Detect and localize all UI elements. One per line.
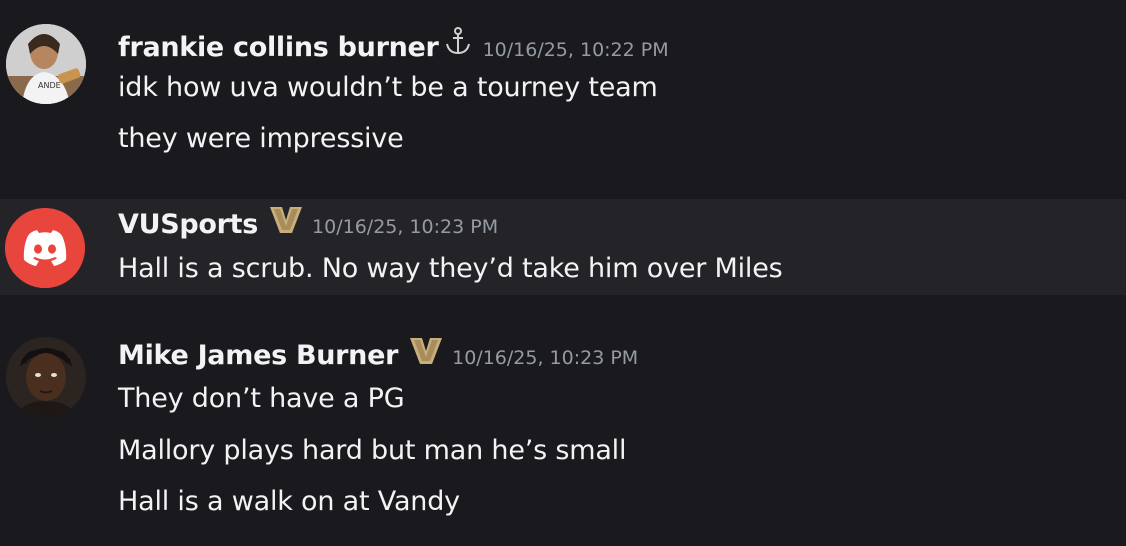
- message-header: Mike James Burner 10/16/25, 10:23 PM: [118, 338, 638, 371]
- message-text: Hall is a walk on at Vandy: [118, 486, 460, 517]
- svg-text:ANDE: ANDE: [38, 81, 61, 90]
- message-header: VUSports 10/16/25, 10:23 PM: [118, 207, 498, 240]
- username[interactable]: Mike James Burner: [118, 340, 398, 371]
- message-text: Mallory plays hard but man he’s small: [118, 435, 627, 466]
- message-text: idk how uva wouldn’t be a tourney team: [118, 72, 658, 103]
- message-header: frankie collins burner 10/16/25, 10:22 P…: [118, 26, 669, 63]
- message-text: Hall is a scrub. No way they’d take him …: [118, 253, 783, 284]
- timestamp[interactable]: 10/16/25, 10:23 PM: [312, 216, 498, 238]
- vanderbilt-v-icon: [270, 207, 303, 237]
- message-group-mike: Mike James Burner 10/16/25, 10:23 PM The…: [0, 320, 1126, 546]
- avatar-frankie[interactable]: ANDE: [6, 24, 86, 104]
- message-text: they were impressive: [118, 123, 404, 154]
- username[interactable]: VUSports: [118, 209, 258, 240]
- discord-logo-icon: [5, 208, 85, 288]
- timestamp[interactable]: 10/16/25, 10:22 PM: [483, 39, 669, 61]
- avatar-photo-icon: ANDE: [6, 24, 86, 104]
- message-group-vusports: VUSports 10/16/25, 10:23 PM Hall is a sc…: [0, 199, 1126, 295]
- message-text: They don’t have a PG: [118, 383, 405, 414]
- avatar-vusports[interactable]: [5, 208, 85, 288]
- avatar-mike[interactable]: [6, 337, 86, 417]
- avatar-photo-icon: [6, 337, 86, 417]
- message-group-frankie: ANDE frankie collins burner 10/16/25, 10…: [0, 0, 1126, 190]
- vanderbilt-v-icon: [410, 338, 443, 368]
- chat-message-list: ANDE frankie collins burner 10/16/25, 10…: [0, 0, 1126, 546]
- username[interactable]: frankie collins burner: [118, 32, 439, 63]
- anchor-icon: [443, 26, 473, 60]
- timestamp[interactable]: 10/16/25, 10:23 PM: [452, 347, 638, 369]
